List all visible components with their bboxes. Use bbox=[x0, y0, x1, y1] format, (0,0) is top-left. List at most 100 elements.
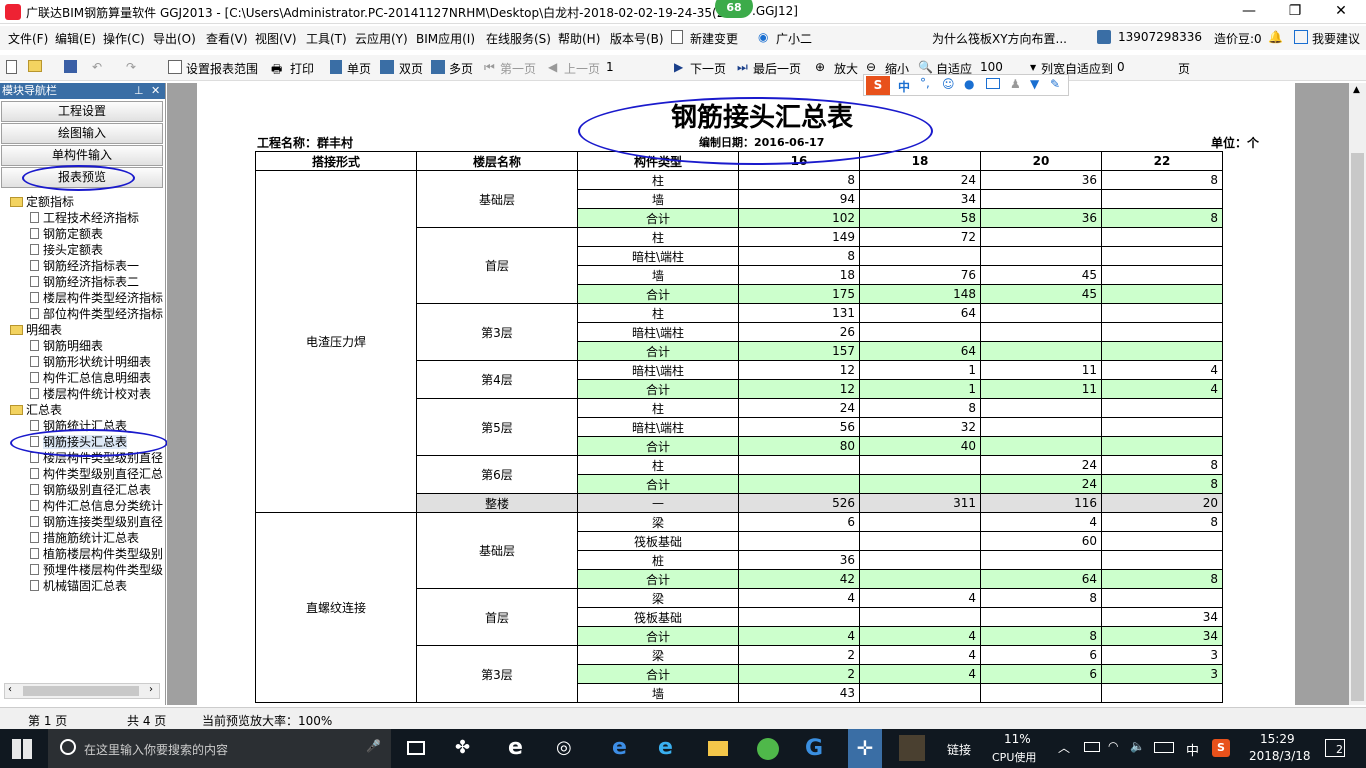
vertical-scrollbar[interactable]: ▲ bbox=[1349, 83, 1366, 705]
new-change-icon[interactable] bbox=[671, 30, 683, 44]
printer-icon[interactable]: 🖶 bbox=[271, 60, 282, 81]
last-page-button[interactable]: 最后一页 bbox=[753, 60, 801, 77]
menu-window[interactable]: 视图(V) bbox=[255, 30, 297, 47]
punctuation-icon[interactable]: °, bbox=[920, 76, 930, 90]
menu-file[interactable]: 文件(F) bbox=[8, 30, 48, 47]
question-link[interactable]: 为什么筏板XY方向布置... bbox=[932, 30, 1067, 47]
nav-project-settings[interactable]: 工程设置 bbox=[1, 101, 163, 122]
sidebar-horizontal-scrollbar[interactable]: ‹ › bbox=[4, 683, 160, 699]
menu-view[interactable]: 查看(V) bbox=[206, 30, 248, 47]
clock-date[interactable]: 2018/3/18 bbox=[1249, 749, 1311, 763]
file-explorer-icon[interactable] bbox=[708, 741, 728, 756]
menu-assistant[interactable]: 广小二 bbox=[776, 30, 812, 47]
zoom-select[interactable]: 100 bbox=[980, 60, 1032, 74]
scroll-thumb[interactable] bbox=[23, 686, 139, 696]
bell-icon[interactable]: 🔔 bbox=[1268, 30, 1283, 44]
ime-indicator[interactable]: 中 bbox=[1186, 740, 1199, 759]
menu-new-change[interactable]: 新建变更 bbox=[690, 30, 738, 47]
multi-page-icon[interactable] bbox=[431, 60, 445, 74]
menu-bim[interactable]: BIM应用(I) bbox=[416, 30, 475, 47]
single-page-icon[interactable] bbox=[330, 60, 342, 74]
single-page-button[interactable]: 单页 bbox=[347, 60, 371, 77]
page-number-input[interactable]: 1 bbox=[606, 60, 666, 74]
user-icon[interactable] bbox=[1097, 30, 1111, 44]
menu-tools[interactable]: 工具(T) bbox=[306, 30, 347, 47]
nav-single-component[interactable]: 单构件输入 bbox=[1, 145, 163, 166]
menu-export[interactable]: 导出(O) bbox=[153, 30, 196, 47]
tree-group-quota[interactable]: 定额指标 bbox=[10, 194, 174, 210]
user-account[interactable]: 13907298336 bbox=[1118, 30, 1202, 44]
tools-icon[interactable]: ✎ bbox=[1050, 77, 1060, 91]
fan-app-icon[interactable]: ✤ bbox=[455, 737, 470, 758]
close-icon[interactable]: ✕ bbox=[1318, 0, 1364, 24]
glodon-g-icon[interactable]: G bbox=[805, 736, 823, 761]
user-icon[interactable]: ♟ bbox=[1010, 77, 1021, 91]
scroll-right-icon[interactable]: › bbox=[149, 684, 153, 695]
menu-help[interactable]: 帮助(H) bbox=[558, 30, 600, 47]
windows-start-icon[interactable] bbox=[12, 739, 32, 759]
task-view-icon[interactable] bbox=[407, 741, 425, 755]
volume-icon[interactable]: 🔈 bbox=[1130, 739, 1145, 753]
suggest-icon[interactable] bbox=[1294, 30, 1308, 44]
zoom-out-icon[interactable]: ⊖ bbox=[866, 60, 876, 74]
network-app-icon[interactable]: ◎ bbox=[556, 737, 572, 758]
first-page-icon[interactable]: ⏮ bbox=[484, 60, 495, 75]
set-range-button[interactable]: 设置报表范围 bbox=[186, 60, 258, 77]
assistant-icon[interactable]: ◉ bbox=[758, 30, 768, 44]
multi-page-button[interactable]: 多页 bbox=[449, 60, 473, 77]
clock-time[interactable]: 15:29 bbox=[1260, 732, 1295, 746]
last-page-icon[interactable]: ⏭ bbox=[737, 60, 748, 75]
menu-operate[interactable]: 操作(C) bbox=[103, 30, 145, 47]
ime-mode-label[interactable]: 中 bbox=[898, 78, 910, 95]
scroll-up-icon[interactable]: ▲ bbox=[1353, 85, 1360, 95]
microphone-icon[interactable]: 🎤 bbox=[366, 739, 381, 753]
taskbar-search-box[interactable]: 在这里输入你要搜索的内容 🎤 bbox=[48, 729, 391, 768]
keyboard-icon[interactable] bbox=[1154, 742, 1174, 753]
scroll-left-icon[interactable]: ‹ bbox=[8, 684, 12, 695]
first-page-button[interactable]: 第一页 bbox=[500, 60, 536, 77]
chevron-down-icon[interactable]: ▼ bbox=[1030, 63, 1036, 72]
save-icon[interactable] bbox=[64, 60, 77, 73]
undo-icon[interactable]: ↶ bbox=[92, 60, 102, 74]
zoom-in-button[interactable]: 放大 bbox=[834, 60, 858, 77]
tree-group-details[interactable]: 明细表 bbox=[10, 322, 174, 338]
browser-e-icon[interactable]: e bbox=[508, 735, 523, 760]
wifi-icon[interactable]: ◠ bbox=[1108, 739, 1118, 753]
edge-icon[interactable]: e bbox=[612, 735, 627, 760]
prev-page-icon[interactable]: ◀ bbox=[548, 60, 557, 74]
redo-icon[interactable]: ↷ bbox=[126, 60, 136, 74]
scroll-thumb[interactable] bbox=[1351, 153, 1364, 701]
voice-icon[interactable]: ● bbox=[964, 77, 974, 91]
sogou-tray-icon[interactable]: S bbox=[1212, 739, 1230, 757]
minimize-icon[interactable]: — bbox=[1226, 0, 1272, 24]
links-label[interactable]: 链接 bbox=[947, 741, 971, 758]
next-page-icon[interactable]: ▶ bbox=[674, 60, 683, 74]
ime-toolbar[interactable]: S 中 °, ☺ ● ♟ ▼ ✎ bbox=[863, 74, 1069, 96]
pin-icon[interactable]: ⊥ bbox=[134, 83, 144, 99]
skin-icon[interactable]: ▼ bbox=[1030, 77, 1039, 91]
menu-cloud[interactable]: 云应用(Y) bbox=[355, 30, 408, 47]
open-folder-icon[interactable] bbox=[28, 60, 42, 72]
menu-suggest[interactable]: 我要建议 bbox=[1312, 30, 1360, 47]
photo-thumbnail-icon[interactable] bbox=[899, 735, 925, 761]
battery-icon[interactable] bbox=[1084, 742, 1100, 752]
keyboard-icon[interactable] bbox=[986, 78, 1000, 89]
notification-badge[interactable]: 68 bbox=[715, 0, 753, 18]
column-fit-input[interactable]: 0 bbox=[1117, 60, 1172, 74]
zoom-in-icon[interactable]: ⊕ bbox=[815, 60, 825, 74]
menu-version[interactable]: 版本号(B) bbox=[610, 30, 664, 47]
nav-drawing-input[interactable]: 绘图输入 bbox=[1, 123, 163, 144]
new-file-icon[interactable] bbox=[6, 60, 17, 74]
emoji-icon[interactable]: ☺ bbox=[942, 77, 955, 91]
maximize-icon[interactable]: ❐ bbox=[1272, 0, 1318, 24]
green-app-icon[interactable] bbox=[757, 738, 779, 760]
set-range-icon[interactable] bbox=[168, 60, 182, 74]
double-page-icon[interactable] bbox=[380, 60, 394, 74]
menu-online[interactable]: 在线服务(S) bbox=[486, 30, 551, 47]
print-button[interactable]: 打印 bbox=[290, 60, 314, 77]
chevron-up-icon[interactable]: ︿ bbox=[1058, 739, 1070, 756]
active-app-icon[interactable]: ✛ bbox=[848, 729, 882, 768]
double-page-button[interactable]: 双页 bbox=[399, 60, 423, 77]
tree-group-summary[interactable]: 汇总表 bbox=[10, 402, 174, 418]
menu-edit[interactable]: 编辑(E) bbox=[55, 30, 96, 47]
